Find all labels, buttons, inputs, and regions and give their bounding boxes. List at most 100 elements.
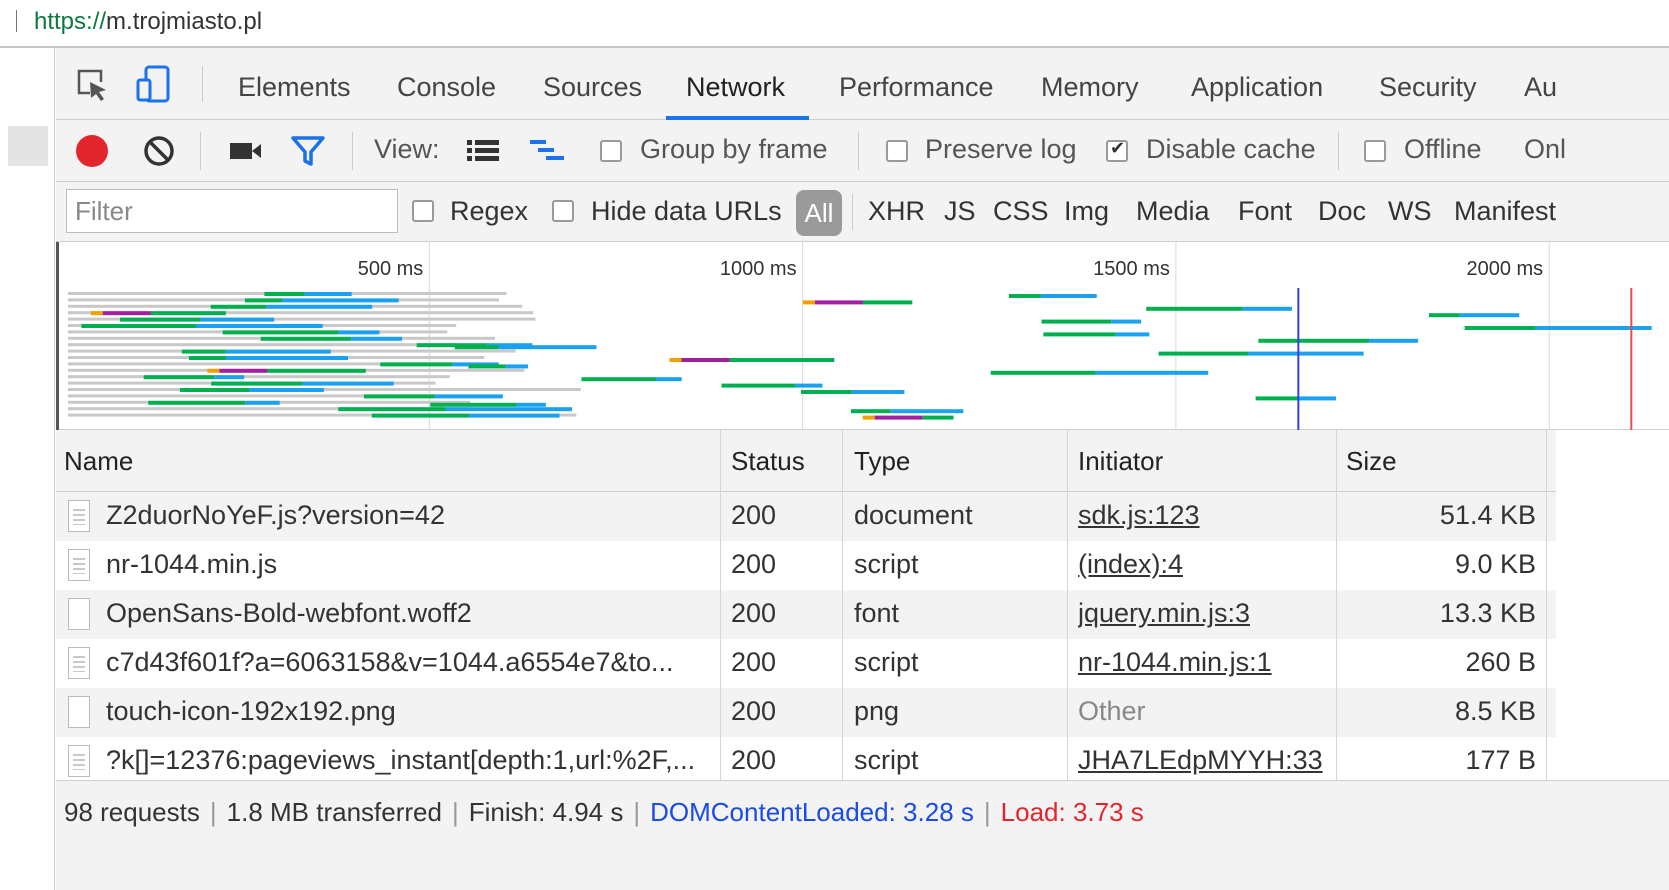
column-header-initiator[interactable]: Initiator (1078, 446, 1163, 477)
tab-performance[interactable]: Performance (839, 48, 994, 119)
tab-network[interactable]: Network (665, 48, 810, 120)
column-divider[interactable] (842, 430, 843, 780)
request-count: 98 requests (64, 797, 200, 827)
request-bar-waiting (380, 362, 453, 367)
hide-data-urls-label: Hide data URLs (591, 196, 782, 226)
request-bar-download (516, 402, 546, 407)
tab-application[interactable]: Application (1191, 48, 1323, 119)
table-row[interactable]: ?k[]=12376:pageviews_instant[depth:1,url… (56, 737, 1556, 786)
filter-type-css[interactable]: CSS (993, 196, 1049, 227)
table-row[interactable]: OpenSans-Bold-webfont.woff2 200 font jquery… (56, 590, 1556, 639)
view-label: View: (374, 134, 440, 164)
regex-checkbox[interactable] (412, 200, 434, 222)
request-bar-download (434, 394, 503, 399)
column-header-size[interactable]: Size (1346, 446, 1397, 477)
request-name[interactable]: c7d43f601f?a=6063158&v=1044.a6554e7&to..… (106, 647, 716, 678)
request-bar-waiting (211, 381, 303, 386)
overview-tick-label: 500 ms (358, 258, 424, 280)
request-bar-download (214, 375, 245, 380)
filter-icon[interactable] (290, 134, 326, 168)
filter-type-media[interactable]: Media (1136, 196, 1210, 227)
request-name[interactable]: Z2duorNoYeF.js?version=42 (106, 500, 716, 531)
column-header-status[interactable]: Status (731, 446, 805, 477)
devtools-tabbar: Elements Console Sources Network Perform… (56, 48, 1669, 120)
request-bar-waiting (850, 409, 891, 414)
table-row[interactable]: nr-1044.min.js 200 script (index):4 9.0 KB (56, 541, 1556, 590)
request-bar-waiting (1255, 396, 1298, 401)
request-initiator[interactable]: sdk.js:123 (1078, 500, 1200, 531)
large-rows-icon[interactable] (466, 138, 500, 164)
screenshot-video-icon[interactable] (228, 138, 264, 164)
request-bar-waiting (260, 336, 352, 341)
dom-content-loaded-time: DOMContentLoaded: 3.28 s (650, 797, 974, 827)
tab-security[interactable]: Security (1379, 48, 1477, 119)
group-by-frame-checkbox[interactable] (600, 140, 622, 162)
request-bar-download (1459, 313, 1520, 318)
disable-cache-checkbox[interactable] (1106, 138, 1128, 162)
column-header-name[interactable]: Name (64, 446, 133, 477)
tab-memory[interactable]: Memory (1041, 48, 1139, 119)
table-row[interactable]: c7d43f601f?a=6063158&v=1044.a6554e7&to..… (56, 639, 1556, 688)
table-row[interactable]: touch-icon-192x192.png 200 png Other 8.5 KB (56, 688, 1556, 737)
request-bar-waiting (120, 317, 201, 322)
filter-type-font[interactable]: Font (1238, 196, 1292, 227)
url-text[interactable]: https://m.trojmiasto.pl (34, 8, 262, 36)
url-bar[interactable]: https://m.trojmiasto.pl (0, 0, 1669, 44)
tab-console[interactable]: Console (397, 48, 496, 119)
offline-label: Offline (1404, 134, 1482, 164)
gutter-handle[interactable] (8, 126, 48, 166)
request-bar-ssl (814, 300, 863, 305)
tab-audits[interactable]: Au (1524, 48, 1557, 119)
request-name[interactable]: touch-icon-192x192.png (106, 696, 716, 727)
request-initiator[interactable]: nr-1044.min.js:1 (1078, 647, 1272, 678)
status-separator: | (633, 797, 641, 827)
request-bar-download (890, 409, 964, 414)
request-status: 200 (731, 745, 777, 775)
filter-type-ws[interactable]: WS (1388, 196, 1432, 227)
column-divider[interactable] (1546, 430, 1547, 780)
filter-type-doc[interactable]: Doc (1318, 196, 1366, 227)
request-bar-waiting (990, 370, 1096, 375)
request-bar-download (351, 336, 403, 341)
blank-file-icon (68, 696, 90, 728)
tab-sources[interactable]: Sources (543, 48, 642, 119)
request-initiator[interactable]: JHA7LEdpMYYH:33 (1078, 745, 1323, 776)
js-file-icon (68, 647, 90, 679)
request-bar-download (795, 383, 823, 388)
record-icon[interactable] (76, 135, 108, 167)
filter-type-js[interactable]: JS (944, 196, 976, 227)
clear-icon[interactable] (142, 134, 176, 168)
toolbar-separator (200, 132, 201, 170)
request-initiator[interactable]: (index):4 (1078, 549, 1183, 580)
preserve-log-checkbox[interactable] (886, 140, 908, 162)
request-name[interactable]: ?k[]=12376:pageviews_instant[depth:1,url… (106, 745, 716, 776)
filter-input[interactable] (66, 189, 398, 233)
request-status: 200 (731, 598, 777, 628)
inspect-element-icon[interactable] (76, 68, 110, 102)
waterfall-overview-icon[interactable] (528, 138, 568, 166)
tab-elements[interactable]: Elements (238, 48, 351, 119)
device-toolbar-icon[interactable] (136, 64, 172, 104)
filter-type-img[interactable]: Img (1064, 196, 1109, 227)
request-bar-connect (669, 358, 682, 362)
column-divider[interactable] (1067, 430, 1068, 780)
request-bar-waiting (1258, 338, 1370, 343)
status-separator: | (983, 797, 991, 827)
filter-type-xhr[interactable]: XHR (868, 196, 925, 227)
network-overview[interactable]: 500 ms 1000 ms 1500 ms 2000 ms (56, 242, 1669, 430)
column-divider[interactable] (720, 430, 721, 780)
request-initiator[interactable]: jquery.min.js:3 (1078, 598, 1250, 629)
column-divider[interactable] (1336, 430, 1337, 780)
hide-data-urls-checkbox[interactable] (552, 200, 574, 222)
offline-checkbox[interactable] (1364, 140, 1386, 162)
table-row[interactable]: Z2duorNoYeF.js?version=42 200 document sdk.… (56, 492, 1556, 541)
filter-type-manifest[interactable]: Manifest (1454, 196, 1556, 227)
overview-left-edge (56, 242, 59, 430)
request-name[interactable]: nr-1044.min.js (106, 549, 716, 580)
column-header-type[interactable]: Type (854, 446, 910, 477)
request-name[interactable]: OpenSans-Bold-webfont.woff2 (106, 598, 716, 629)
filter-type-all[interactable]: All (796, 190, 842, 236)
throttling-select[interactable]: Onl (1524, 134, 1566, 165)
request-bar-waiting (148, 400, 246, 405)
request-bar-download (1248, 351, 1364, 356)
